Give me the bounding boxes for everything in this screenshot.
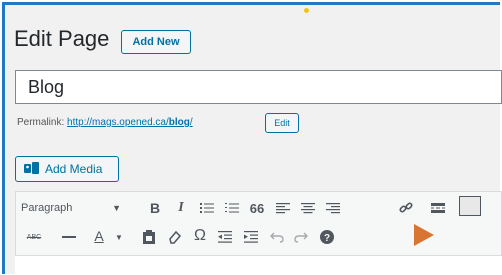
- add-new-button[interactable]: Add New: [121, 30, 191, 54]
- undo-icon[interactable]: [267, 228, 287, 246]
- post-title-input[interactable]: Blog: [15, 70, 502, 104]
- add-media-button[interactable]: Add Media: [15, 156, 119, 182]
- text-color-dropdown-icon[interactable]: ▼: [114, 229, 124, 245]
- toolbar-toggle-icon[interactable]: [459, 196, 481, 216]
- permalink-edit-button[interactable]: Edit: [265, 113, 299, 133]
- format-select[interactable]: Paragraph ▼: [21, 199, 125, 217]
- horizontal-line-icon[interactable]: [59, 229, 79, 245]
- blockquote-icon[interactable]: 66: [247, 198, 267, 218]
- media-icon: [24, 162, 39, 174]
- add-media-label: Add Media: [45, 162, 103, 176]
- align-center-icon[interactable]: [298, 198, 318, 218]
- help-icon[interactable]: ?: [317, 228, 337, 246]
- page-title: Edit Page: [14, 26, 110, 51]
- indicator-dot: [304, 8, 309, 13]
- redo-icon[interactable]: [291, 228, 311, 246]
- permalink-row: Permalink: http://mags.opened.ca/blog/: [17, 117, 193, 128]
- chevron-down-icon: ▼: [112, 203, 121, 213]
- numbered-list-icon[interactable]: [222, 198, 242, 218]
- indent-icon[interactable]: [241, 228, 261, 246]
- svg-text:?: ?: [324, 233, 330, 244]
- link-icon[interactable]: [396, 198, 416, 218]
- permalink-label: Permalink:: [17, 117, 65, 128]
- strikethrough-icon[interactable]: ABC: [24, 229, 44, 245]
- special-character-icon[interactable]: Ω: [190, 227, 210, 245]
- clear-formatting-icon[interactable]: [165, 228, 185, 246]
- cursor-marker-icon: [414, 224, 434, 246]
- read-more-icon[interactable]: [428, 198, 448, 218]
- bulleted-list-icon[interactable]: [197, 198, 217, 218]
- format-select-value: Paragraph: [21, 202, 73, 214]
- permalink-link[interactable]: http://mags.opened.ca/blog/: [67, 117, 193, 128]
- paste-as-text-icon[interactable]: [139, 228, 159, 246]
- align-right-icon[interactable]: [323, 198, 343, 218]
- align-left-icon[interactable]: [273, 198, 293, 218]
- bold-icon[interactable]: B: [145, 198, 165, 218]
- italic-icon[interactable]: I: [171, 198, 191, 218]
- outdent-icon[interactable]: [215, 228, 235, 246]
- post-title-value: Blog: [28, 77, 65, 97]
- editor-content-area[interactable]: [15, 255, 502, 275]
- text-color-icon[interactable]: A: [90, 227, 108, 245]
